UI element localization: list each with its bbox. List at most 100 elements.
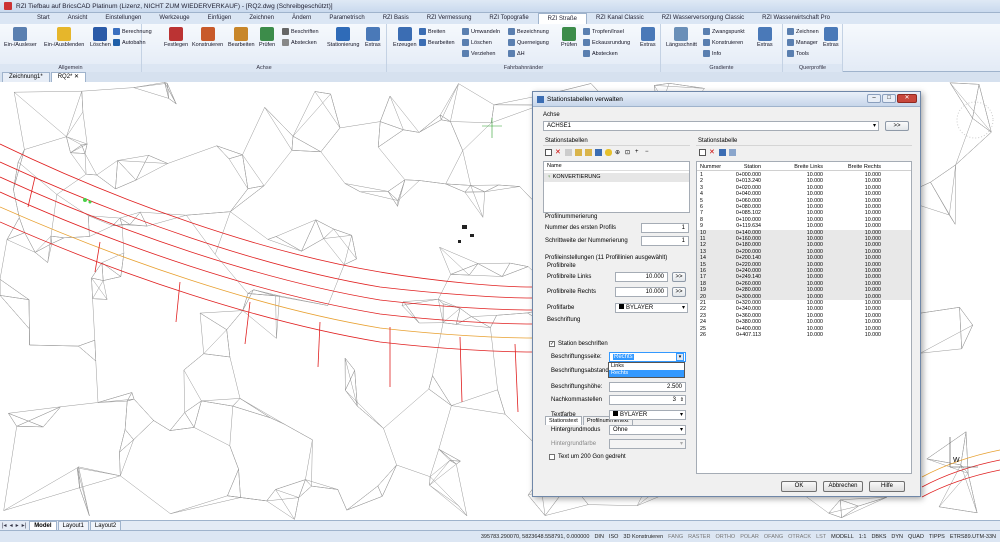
ein-ausleser-button[interactable]: Ein-/Ausleser: [4, 27, 37, 48]
rechts-apply-button[interactable]: >>: [672, 287, 686, 297]
dropdown-option[interactable]: Links: [609, 363, 684, 370]
achse-select[interactable]: ACHSE1 ▾: [543, 121, 879, 131]
spin-icon[interactable]: ⇕: [680, 396, 684, 404]
nav-last-icon[interactable]: ▸|: [22, 522, 27, 529]
status-toggle-6[interactable]: POLAR: [740, 534, 759, 540]
save-icon[interactable]: [595, 149, 602, 156]
list-item[interactable]: ♀ KONVERTIERUNG: [544, 173, 689, 182]
text200-checkbox[interactable]: [549, 454, 555, 460]
zeichnen-button[interactable]: Zeichnen: [787, 28, 819, 35]
beschriftungsseite-select[interactable]: Rechts ▾: [609, 352, 686, 362]
ribbon-tab-2[interactable]: Einstellungen: [96, 13, 150, 24]
festlegen-button[interactable]: Festlegen: [164, 27, 188, 48]
columns-icon[interactable]: [719, 149, 726, 156]
status-toggle-12[interactable]: DBKS: [871, 534, 886, 540]
ribbon-tab-5[interactable]: Zeichnen: [240, 13, 283, 24]
gr-konstruieren-button[interactable]: Konstruieren: [703, 39, 743, 46]
zoom-window-icon[interactable]: ⊡: [625, 149, 632, 156]
nachkommastellen-stepper[interactable]: 3 ⇕: [609, 395, 686, 405]
delete-row-icon[interactable]: ✕: [709, 149, 716, 156]
ribbon-tab-7[interactable]: Parametrisch: [320, 13, 373, 24]
status-toggle-1[interactable]: ISO: [609, 534, 618, 540]
doc-tab-rq2[interactable]: RQ2* ✕: [50, 72, 87, 82]
new-icon[interactable]: [545, 149, 552, 156]
links-apply-button[interactable]: >>: [672, 272, 686, 282]
gr-extras-button[interactable]: Extras: [757, 27, 773, 48]
dropdown-option[interactable]: Rechts: [609, 370, 684, 377]
zoom-out-icon[interactable]: −: [645, 149, 652, 156]
new-row-icon[interactable]: [699, 149, 706, 156]
qp-extras-button[interactable]: Extras: [823, 27, 839, 48]
ribbon-tab-6[interactable]: Ändern: [283, 13, 320, 24]
manager-button[interactable]: Manager: [787, 39, 818, 46]
ribbon-tab-1[interactable]: Ansicht: [59, 13, 97, 24]
status-toggle-9[interactable]: LST: [816, 534, 826, 540]
maximize-icon[interactable]: □: [882, 94, 896, 103]
fr-abstecken-button[interactable]: Abstecken: [583, 50, 618, 57]
layout-tab-layout2[interactable]: Layout2: [89, 520, 122, 531]
ribbon-tab-0[interactable]: Start: [28, 13, 59, 24]
fr-pruefen-button[interactable]: Prüfen: [561, 27, 577, 48]
fr-loeschen-button[interactable]: Löschen: [462, 39, 492, 46]
ribbon-tab-8[interactable]: RZI Basis: [374, 13, 418, 24]
close-icon[interactable]: ✕: [897, 94, 917, 103]
fr-bearbeiten-button[interactable]: Bearbeiten: [419, 39, 455, 46]
status-toggle-14[interactable]: QUAD: [908, 534, 924, 540]
station-beschriften-checkbox[interactable]: ✓: [549, 341, 555, 347]
autobahn-button[interactable]: Autobahn: [113, 39, 146, 46]
ribbon-tab-11[interactable]: RZI Straße: [537, 13, 588, 24]
status-toggle-5[interactable]: ORTHO: [715, 534, 735, 540]
beschriften-button[interactable]: Beschriften: [282, 28, 319, 35]
ribbon-tab-9[interactable]: RZI Vermessung: [418, 13, 481, 24]
tropfen-insel-button[interactable]: Tropfen/Insel: [583, 28, 624, 35]
abstecken-button[interactable]: Abstecken: [282, 39, 317, 46]
eckausrundung-button[interactable]: Eckausrundung: [583, 39, 630, 46]
profilbreite-links-input[interactable]: 10.000: [615, 272, 668, 282]
status-toggle-15[interactable]: TIPPS: [929, 534, 945, 540]
lightbulb-icon[interactable]: [605, 149, 612, 156]
ribbon-tab-14[interactable]: RZI Wasserwirtschaft Pro: [753, 13, 839, 24]
doc-tab-zeichnung1[interactable]: Zeichnung1*: [2, 72, 50, 82]
zoom-extents-icon[interactable]: ⊕: [615, 149, 622, 156]
profilbreite-rechts-input[interactable]: 10.000: [615, 287, 668, 297]
laengsschnitt-button[interactable]: Längsschnitt: [666, 27, 697, 48]
achse-goto-button[interactable]: >>: [885, 121, 909, 131]
breiten-button[interactable]: Breiten: [419, 28, 445, 35]
ribbon-tab-4[interactable]: Einfügen: [199, 13, 241, 24]
status-toggle-4[interactable]: RASTER: [688, 534, 710, 540]
status-toggle-13[interactable]: DYN: [891, 534, 903, 540]
nav-prev-icon[interactable]: ◂: [10, 522, 13, 529]
status-toggle-2[interactable]: 3D Konstruieren: [623, 534, 663, 540]
querneigung-button[interactable]: Querneigung: [508, 39, 549, 46]
help-button[interactable]: Hilfe: [869, 481, 905, 492]
konstruieren-button[interactable]: Konstruieren: [192, 27, 223, 48]
hintergrundmodus-select[interactable]: Ohne ▾: [609, 425, 686, 435]
status-toggle-8[interactable]: OTRACK: [788, 534, 811, 540]
status-toggle-7[interactable]: OFANG: [764, 534, 783, 540]
ok-button[interactable]: OK: [781, 481, 817, 492]
grid-icon[interactable]: [729, 149, 736, 156]
status-toggle-10[interactable]: MODELL: [831, 534, 854, 540]
status-toggle-11[interactable]: 1:1: [859, 534, 867, 540]
nav-first-icon[interactable]: |◂: [2, 522, 7, 529]
stationierung-button[interactable]: Stationierung: [327, 27, 359, 48]
ribbon-tab-13[interactable]: RZI Wasserversorgung Classic: [653, 13, 753, 24]
ribbon-tab-12[interactable]: RZI Kanal Classic: [587, 13, 653, 24]
delta-h-button[interactable]: ΔH: [508, 50, 525, 57]
open-folder-icon[interactable]: [575, 149, 582, 156]
status-toggle-3[interactable]: FANG: [668, 534, 683, 540]
minimize-icon[interactable]: –: [867, 94, 881, 103]
cancel-button[interactable]: Abbrechen: [823, 481, 863, 492]
info-button[interactable]: Info: [703, 50, 721, 57]
layout-tab-model[interactable]: Model: [29, 520, 57, 531]
folder-icon[interactable]: [585, 149, 592, 156]
bearbeiten-button[interactable]: Bearbeiten: [228, 27, 255, 48]
table-row[interactable]: 26 0+407.113 10.000 10.000: [697, 332, 911, 338]
nav-next-icon[interactable]: ▸: [16, 522, 19, 529]
loeschen-button[interactable]: Löschen: [90, 27, 111, 48]
bezeichnung-button[interactable]: Bezeichnung: [508, 28, 549, 35]
zwangspunkt-button[interactable]: Zwangspunkt: [703, 28, 745, 35]
umwandeln-button[interactable]: Umwandeln: [462, 28, 500, 35]
profilfarbe-select[interactable]: BYLAYER ▾: [615, 303, 688, 313]
textfarbe-select[interactable]: BYLAYER ▾: [609, 410, 686, 420]
